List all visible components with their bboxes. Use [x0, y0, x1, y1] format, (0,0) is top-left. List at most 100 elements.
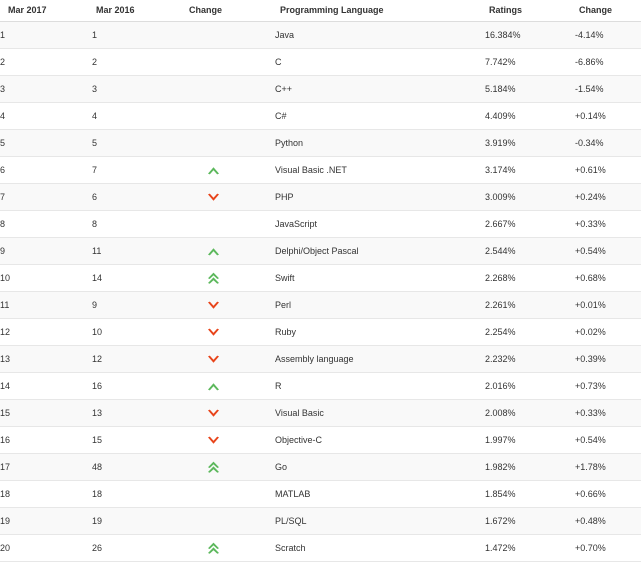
table-body: 1 1 Java 16.384% -4.14% 2 2 C 7.742% -6.86% 3 3 C++ 5… [0, 21, 641, 562]
cell-change-direction [188, 102, 275, 130]
cell-ratings: 16.384% [485, 21, 575, 49]
cell-programming-language: Swift [275, 264, 485, 292]
column-header-rank-current: Mar 2017 [0, 0, 92, 22]
chevron-down-icon [207, 193, 220, 202]
cell-rank-current: 10 [0, 264, 92, 292]
cell-programming-language: Scratch [275, 534, 485, 562]
change-direction-slot [201, 355, 225, 364]
cell-rank-current: 3 [0, 75, 92, 103]
cell-rank-current: 20 [0, 534, 92, 562]
cell-rank-previous: 3 [92, 75, 188, 103]
cell-change-direction [188, 129, 275, 157]
cell-change-direction [188, 480, 275, 508]
cell-change-direction [188, 75, 275, 103]
cell-rank-current: 15 [0, 399, 92, 427]
table-row: 4 4 C# 4.409% +0.14% [0, 102, 641, 130]
cell-programming-language: MATLAB [275, 480, 485, 508]
cell-ratings: 4.409% [485, 102, 575, 130]
cell-change-direction [188, 426, 275, 454]
cell-programming-language: Objective-C [275, 426, 485, 454]
cell-rank-previous: 11 [92, 237, 188, 265]
cell-rank-previous: 1 [92, 21, 188, 49]
table-row: 10 14 Swift 2.268% +0.68% [0, 264, 641, 292]
cell-rank-previous: 12 [92, 345, 188, 373]
cell-ratings: 1.997% [485, 426, 575, 454]
table-row: 13 12 Assembly language 2.232% +0.39% [0, 345, 641, 373]
cell-change-direction [188, 291, 275, 319]
cell-programming-language: Perl [275, 291, 485, 319]
cell-change-percent: -6.86% [575, 48, 641, 76]
cell-change-percent: +0.02% [575, 318, 641, 346]
cell-ratings: 2.268% [485, 264, 575, 292]
cell-rank-current: 13 [0, 345, 92, 373]
table-row: 8 8 JavaScript 2.667% +0.33% [0, 210, 641, 238]
cell-rank-current: 14 [0, 372, 92, 400]
chevron-up-icon [207, 166, 220, 175]
cell-change-percent: +0.61% [575, 156, 641, 184]
cell-change-direction [188, 48, 275, 76]
column-header-ratings: Ratings [485, 0, 575, 22]
table-row: 11 9 Perl 2.261% +0.01% [0, 291, 641, 319]
table-row: 20 26 Scratch 1.472% +0.70% [0, 534, 641, 562]
cell-rank-previous: 4 [92, 102, 188, 130]
table-row: 14 16 R 2.016% +0.73% [0, 372, 641, 400]
cell-ratings: 1.982% [485, 453, 575, 481]
change-direction-slot [201, 301, 225, 310]
cell-rank-previous: 26 [92, 534, 188, 562]
cell-change-percent: +0.70% [575, 534, 641, 562]
chevron-up-icon [207, 247, 220, 256]
cell-ratings: 1.472% [485, 534, 575, 562]
chevron-down-icon [207, 355, 220, 364]
chevron-double-up-icon [207, 461, 220, 474]
cell-programming-language: JavaScript [275, 210, 485, 238]
cell-ratings: 2.544% [485, 237, 575, 265]
cell-programming-language: Visual Basic [275, 399, 485, 427]
cell-rank-previous: 2 [92, 48, 188, 76]
cell-change-percent: +0.33% [575, 210, 641, 238]
cell-change-percent: +0.73% [575, 372, 641, 400]
cell-change-direction [188, 183, 275, 211]
change-direction-slot [201, 247, 225, 256]
programming-language-ranking-table: Mar 2017 Mar 2016 Change Programming Lan… [0, 0, 641, 562]
table-row: 1 1 Java 16.384% -4.14% [0, 21, 641, 49]
change-direction-slot [201, 461, 225, 474]
cell-change-percent: +0.48% [575, 507, 641, 535]
cell-ratings: 5.184% [485, 75, 575, 103]
chevron-double-up-icon [207, 542, 220, 555]
cell-ratings: 2.232% [485, 345, 575, 373]
cell-rank-previous: 15 [92, 426, 188, 454]
cell-ratings: 3.919% [485, 129, 575, 157]
cell-ratings: 2.261% [485, 291, 575, 319]
cell-ratings: 2.667% [485, 210, 575, 238]
cell-rank-current: 1 [0, 21, 92, 49]
change-direction-slot [201, 328, 225, 337]
cell-change-percent: +0.54% [575, 426, 641, 454]
cell-change-direction [188, 210, 275, 238]
column-header-language: Programming Language [275, 0, 485, 22]
cell-change-percent: +1.78% [575, 453, 641, 481]
column-header-change-percent: Change [575, 0, 641, 22]
chevron-up-icon [207, 382, 220, 391]
cell-programming-language: PL/SQL [275, 507, 485, 535]
cell-change-direction [188, 345, 275, 373]
table-row: 3 3 C++ 5.184% -1.54% [0, 75, 641, 103]
chevron-down-icon [207, 301, 220, 310]
cell-change-percent: +0.24% [575, 183, 641, 211]
cell-programming-language: C++ [275, 75, 485, 103]
table-row: 2 2 C 7.742% -6.86% [0, 48, 641, 76]
chevron-double-up-icon [207, 272, 220, 285]
cell-rank-current: 18 [0, 480, 92, 508]
cell-rank-current: 17 [0, 453, 92, 481]
cell-programming-language: R [275, 372, 485, 400]
cell-rank-previous: 18 [92, 480, 188, 508]
cell-programming-language: Ruby [275, 318, 485, 346]
cell-change-direction [188, 264, 275, 292]
cell-rank-previous: 5 [92, 129, 188, 157]
change-direction-slot [201, 166, 225, 175]
cell-change-percent: +0.68% [575, 264, 641, 292]
change-direction-slot [201, 193, 225, 202]
cell-change-direction [188, 372, 275, 400]
table-row: 18 18 MATLAB 1.854% +0.66% [0, 480, 641, 508]
chevron-down-icon [207, 436, 220, 445]
cell-ratings: 7.742% [485, 48, 575, 76]
